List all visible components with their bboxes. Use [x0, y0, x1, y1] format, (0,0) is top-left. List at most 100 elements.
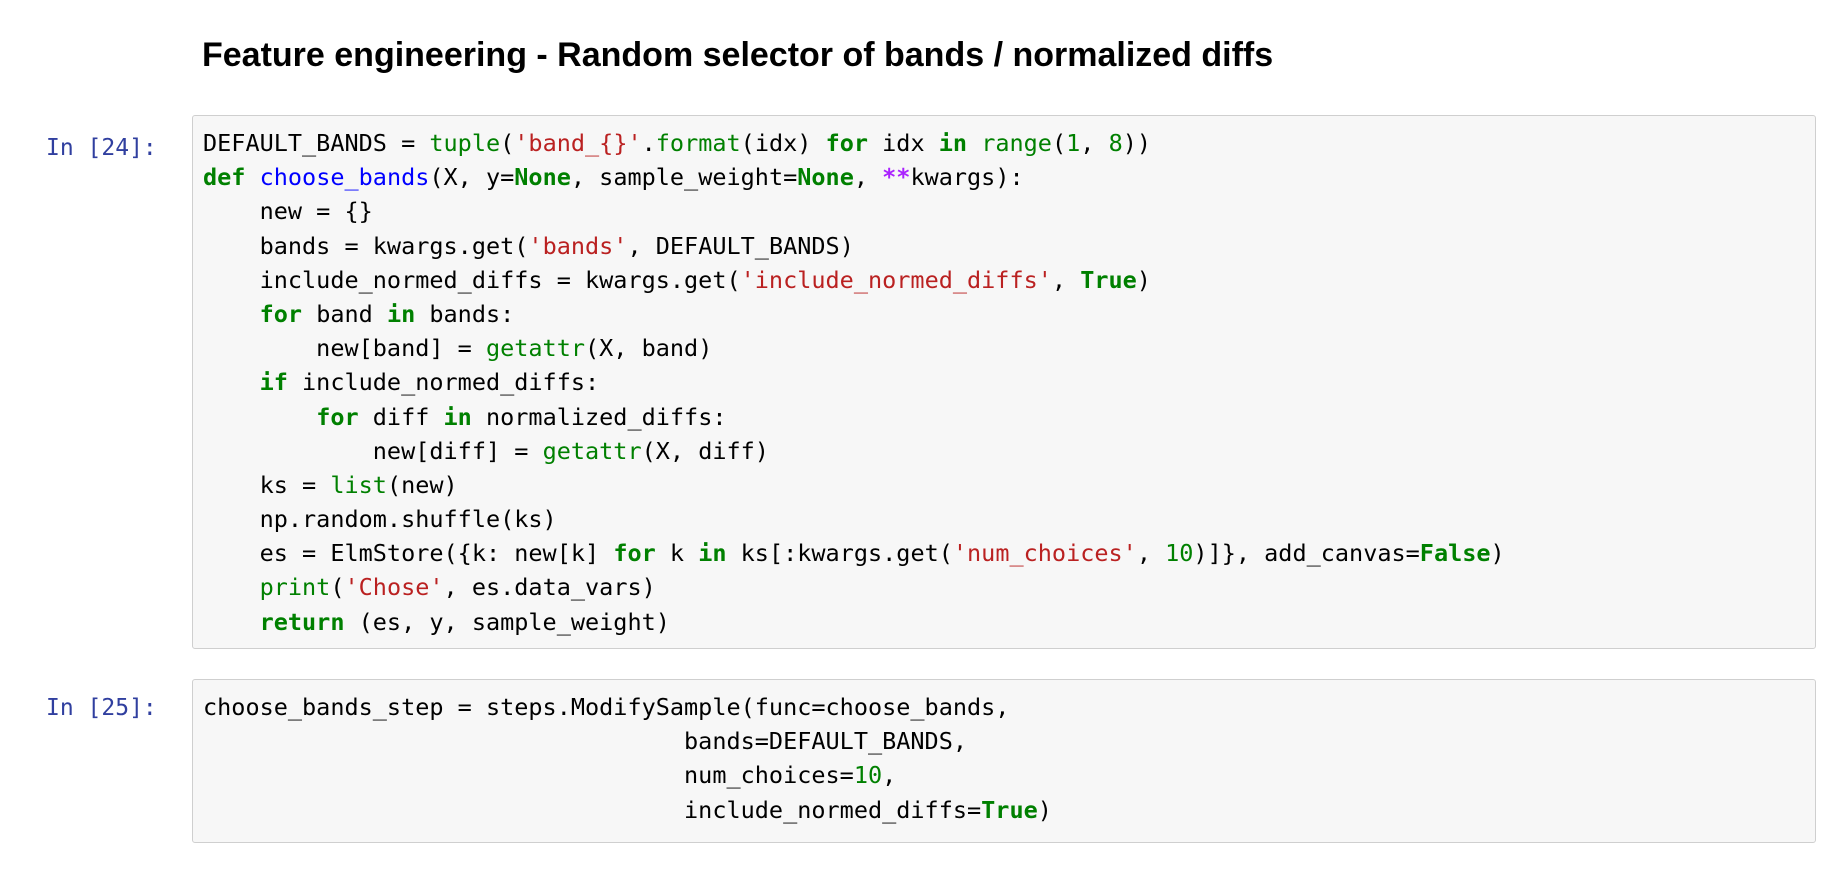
code-token: ) [1037, 795, 1052, 824]
code-token: (X, band) [585, 334, 713, 363]
code-token: new = {} [203, 197, 373, 226]
code-token: )]}, add_canvas= [1193, 539, 1420, 568]
code-line: def choose_bands(X, y= None, sample_weigh… [203, 160, 1805, 194]
code-input-area[interactable]: choose_bands_step = steps.ModifySample(f… [192, 679, 1816, 843]
code-token: return [259, 607, 345, 636]
code-line: new = {} [203, 194, 1805, 228]
code-token: . [641, 129, 656, 157]
code-token: (X, y= [429, 163, 515, 192]
code-token: (idx) [740, 129, 826, 157]
code-token: False [1419, 539, 1491, 568]
code-line: if include_normed_diffs: [203, 365, 1805, 399]
code-token: 'include_normed_diffs' [740, 265, 1052, 294]
notebook: Feature engineering - Random selector of… [0, 0, 1834, 882]
code-token: band [302, 299, 387, 328]
code-token: if [259, 368, 288, 397]
code-token: choose_bands_step = steps.ModifySample(f… [203, 693, 1010, 721]
code-token: ** [882, 163, 911, 192]
code-input-area[interactable]: DEFAULT_BANDS = tuple('band_{}'.format(i… [192, 115, 1816, 649]
code-token: 'num_choices' [952, 539, 1137, 568]
code-token: format [655, 129, 741, 157]
code-token: bands = kwargs.get( [203, 231, 529, 260]
code-token: , [882, 761, 897, 790]
code-token: (X, diff) [641, 436, 769, 465]
code-token: bands=DEFAULT_BANDS, [203, 727, 968, 756]
code-token: in [698, 539, 727, 568]
code-token: in [938, 129, 968, 157]
code-editor[interactable]: choose_bands_step = steps.ModifySample(f… [203, 690, 1805, 827]
code-line: new[diff] = getattr(X, diff) [203, 434, 1805, 468]
code-token: for [613, 539, 656, 568]
code-line: bands = kwargs.get('bands', DEFAULT_BAND… [203, 229, 1805, 263]
code-token: tuple [429, 129, 501, 157]
code-token: 'Chose' [344, 573, 444, 602]
code-token: 10 [1165, 539, 1194, 568]
code-token: k [655, 539, 699, 568]
markdown-heading: Feature engineering - Random selector of… [202, 36, 1274, 74]
code-token: ( [500, 129, 515, 157]
code-line: DEFAULT_BANDS = tuple('band_{}'.format(i… [203, 126, 1805, 160]
code-token: new[band] = [203, 334, 486, 363]
code-token: kwargs): [910, 163, 1024, 192]
cell-prompt: In [25]: [46, 695, 157, 721]
code-token: )) [1122, 129, 1152, 157]
code-token: ( [1051, 129, 1067, 157]
code-line: choose_bands_step = steps.ModifySample(f… [203, 690, 1805, 724]
code-token: True [981, 795, 1038, 824]
code-token: idx [868, 129, 939, 157]
code-line: es = ElmStore({k: new[k] for k in ks[:kw… [203, 536, 1805, 570]
code-line: bands=DEFAULT_BANDS, [203, 724, 1805, 758]
code-editor[interactable]: DEFAULT_BANDS = tuple('band_{}'.format(i… [203, 126, 1805, 639]
code-token: None [797, 163, 854, 192]
code-token: normalized_diffs: [471, 402, 727, 431]
code-token: num_choices= [203, 761, 854, 790]
code-line: for band in bands: [203, 297, 1805, 331]
code-token: 'band_{}' [514, 129, 642, 157]
code-token: range [981, 129, 1052, 157]
code-token: print [259, 573, 331, 602]
code-line: num_choices=10, [203, 758, 1805, 792]
code-line: print('Chose', es.data_vars) [203, 570, 1805, 604]
code-line: new[band] = getattr(X, band) [203, 331, 1805, 365]
code-token: 1 [1066, 129, 1081, 157]
code-token: getattr [542, 436, 642, 465]
code-token: def [203, 163, 246, 192]
code-token: for [259, 299, 303, 328]
code-token: , [1051, 265, 1081, 294]
code-token: ks = [203, 470, 331, 499]
code-line: for diff in normalized_diffs: [203, 400, 1805, 434]
code-token: include_normed_diffs = kwargs.get( [203, 265, 741, 294]
code-token: ) [1136, 265, 1151, 294]
code-token: for [316, 402, 359, 431]
code-token: choose_bands [259, 163, 430, 192]
code-token: es = ElmStore({k: new[k] [203, 539, 614, 568]
code-token: , [1080, 129, 1109, 157]
code-token: , [853, 163, 883, 192]
cell-prompt: In [24]: [46, 135, 157, 161]
code-token: , es.data_vars) [443, 573, 656, 602]
code-token: for [825, 129, 869, 157]
code-token: in [443, 402, 472, 431]
code-token: , sample_weight= [570, 163, 798, 192]
code-token: 10 [853, 761, 883, 790]
code-token: ( [330, 573, 345, 602]
code-token: include_normed_diffs= [203, 795, 982, 824]
code-token: include_normed_diffs: [287, 368, 600, 397]
code-line: ks = list(new) [203, 468, 1805, 502]
code-token: list [330, 470, 387, 499]
code-token: new[diff] = [203, 436, 543, 465]
code-token: 'bands' [528, 231, 628, 260]
code-token: (new) [386, 470, 458, 499]
code-token: 8 [1108, 129, 1123, 157]
code-line: include_normed_diffs=True) [203, 793, 1805, 827]
code-token: , DEFAULT_BANDS) [627, 231, 854, 260]
code-line: np.random.shuffle(ks) [203, 502, 1805, 536]
code-line: return (es, y, sample_weight) [203, 605, 1805, 639]
